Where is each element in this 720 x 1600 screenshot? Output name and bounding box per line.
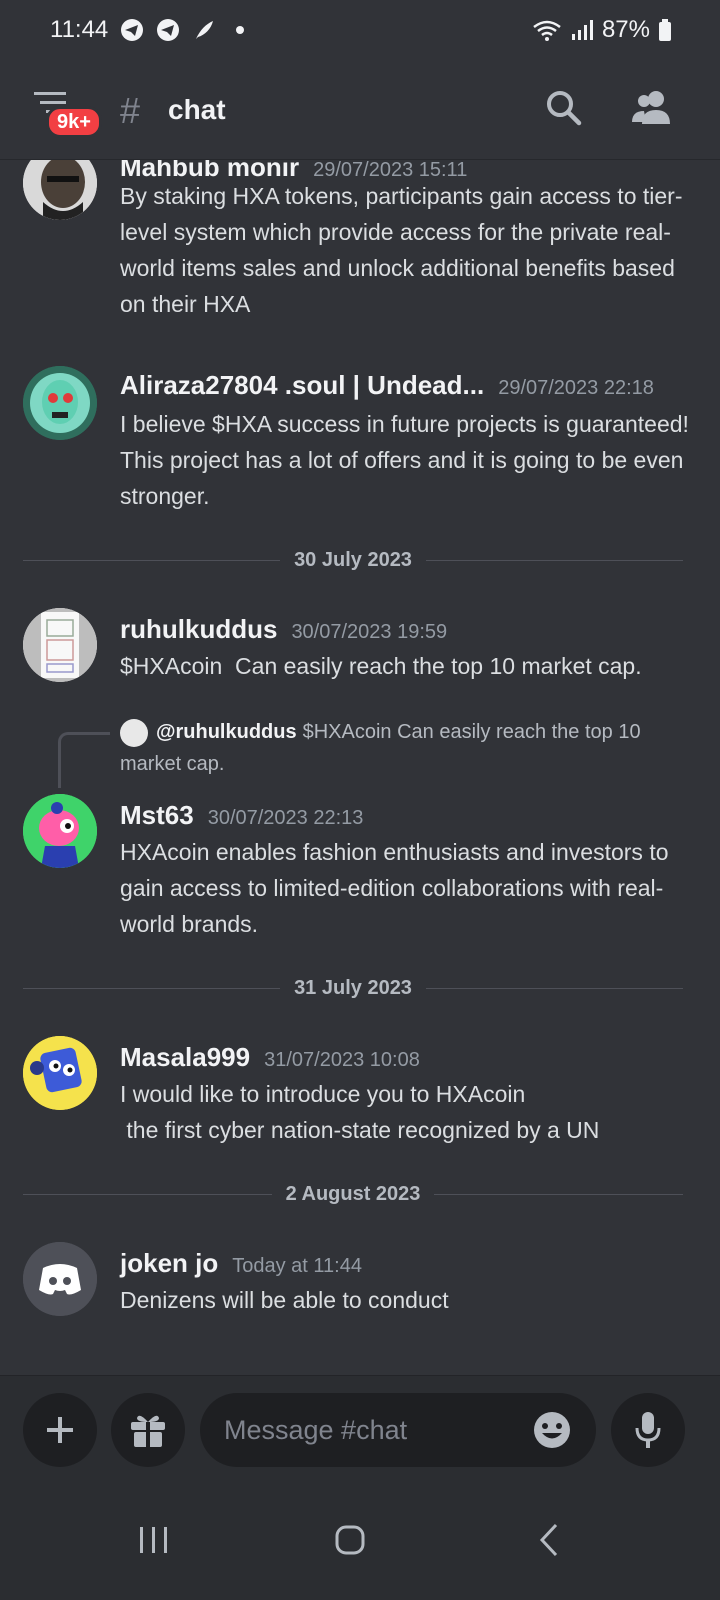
- recent-apps-icon: [140, 1527, 167, 1553]
- channel-hash-icon: #: [120, 90, 141, 131]
- message-input-placeholder: Message #chat: [224, 1414, 408, 1445]
- avatar-image: [23, 160, 97, 220]
- message-text: I believe $HXA success in future project…: [120, 411, 702, 509]
- timestamp: 30/07/2023 19:59: [291, 621, 448, 643]
- status-time: 11:44: [50, 16, 109, 43]
- timestamp: 29/07/2023 22:18: [498, 377, 654, 399]
- reply-author: @ruhulkuddus: [156, 721, 297, 743]
- home-icon: [335, 1525, 365, 1555]
- discord-logo-icon: [23, 1242, 97, 1316]
- author-name[interactable]: joken jo: [120, 1248, 218, 1279]
- reply-preview[interactable]: @ruhulkuddus $HXAcoin Can easily reach th…: [120, 716, 680, 780]
- telegram-icon: [121, 19, 144, 41]
- message-text: I would like to introduce you to HXAcoin…: [120, 1081, 600, 1143]
- message-text: $HXAcoin Can easily reach the top 10 mar…: [120, 653, 642, 679]
- microphone-icon: [635, 1412, 661, 1448]
- message-text: By staking HXA tokens, participants gain…: [120, 183, 683, 317]
- avatar[interactable]: [23, 160, 97, 220]
- author-name[interactable]: Aliraza27804 .soul | Undead...: [120, 370, 484, 401]
- avatar[interactable]: [23, 366, 97, 440]
- unread-badge: 9k+: [46, 106, 102, 138]
- date-divider: 30 July 2023: [23, 545, 683, 575]
- author-name[interactable]: Masala999: [120, 1042, 250, 1073]
- timestamp: 30/07/2023 22:13: [207, 807, 364, 829]
- gift-button[interactable]: [111, 1393, 185, 1467]
- add-attachment-button[interactable]: [23, 1393, 97, 1467]
- author-name[interactable]: ruhulkuddus: [120, 614, 277, 645]
- author-name[interactable]: Mst63: [120, 800, 194, 831]
- avatar-image: [23, 794, 97, 868]
- composer-bar: Message #chat: [0, 1375, 720, 1480]
- avatar-image: [23, 366, 97, 440]
- avatar[interactable]: [23, 1036, 97, 1110]
- recent-apps-button[interactable]: [124, 1510, 184, 1570]
- avatar-image: [23, 1036, 97, 1110]
- date-label: 2 August 2023: [285, 1182, 421, 1205]
- voice-message-button[interactable]: [611, 1393, 685, 1467]
- avatar-image: [23, 608, 97, 682]
- status-bar: 11:44 87%: [0, 0, 720, 60]
- back-button[interactable]: [520, 1510, 580, 1570]
- reply-avatar: [120, 718, 148, 747]
- battery-icon: [659, 19, 671, 41]
- message-input[interactable]: Message #chat: [200, 1393, 596, 1467]
- date-divider: 2 August 2023: [23, 1179, 683, 1209]
- date-label: 31 July 2023: [294, 976, 412, 999]
- timestamp: 31/07/2023 10:08: [264, 1049, 420, 1071]
- message-list[interactable]: Mahbub monir 29/07/2023 15:11 By staking…: [0, 160, 720, 1375]
- menu-button[interactable]: 9k+: [30, 88, 102, 138]
- signal-icon: [571, 20, 593, 40]
- screen: 11:44 87% 9k+ # chat Mahbub monir 29/07/…: [0, 0, 720, 1600]
- members-icon: [632, 91, 670, 124]
- channel-title: chat: [168, 94, 226, 125]
- members-button[interactable]: [630, 88, 674, 132]
- search-icon: [547, 91, 582, 126]
- date-label: 30 July 2023: [294, 548, 412, 571]
- avatar[interactable]: [23, 1242, 97, 1316]
- date-divider: 31 July 2023: [23, 973, 683, 1003]
- emoji-icon[interactable]: [532, 1410, 572, 1450]
- wifi-icon: [533, 20, 561, 41]
- reply-connector: [58, 732, 110, 788]
- avatar[interactable]: [23, 608, 97, 682]
- timestamp: Today at 11:44: [232, 1255, 362, 1277]
- back-icon: [539, 1523, 558, 1557]
- gift-icon: [131, 1415, 165, 1447]
- telegram-icon: [157, 19, 180, 41]
- feather-icon: [196, 21, 214, 39]
- notification-dot-icon: [236, 26, 245, 34]
- battery-percent: 87%: [601, 16, 650, 43]
- home-button[interactable]: [320, 1510, 380, 1570]
- message-text: HXAcoin enables fashion enthusiasts and …: [120, 839, 675, 937]
- avatar[interactable]: [23, 794, 97, 868]
- plus-icon: [47, 1417, 73, 1443]
- message-text: Denizens will be able to conduct: [120, 1287, 449, 1313]
- search-button[interactable]: [544, 88, 588, 132]
- channel-header: 9k+ # chat: [0, 60, 720, 160]
- system-nav-bar: [0, 1480, 720, 1600]
